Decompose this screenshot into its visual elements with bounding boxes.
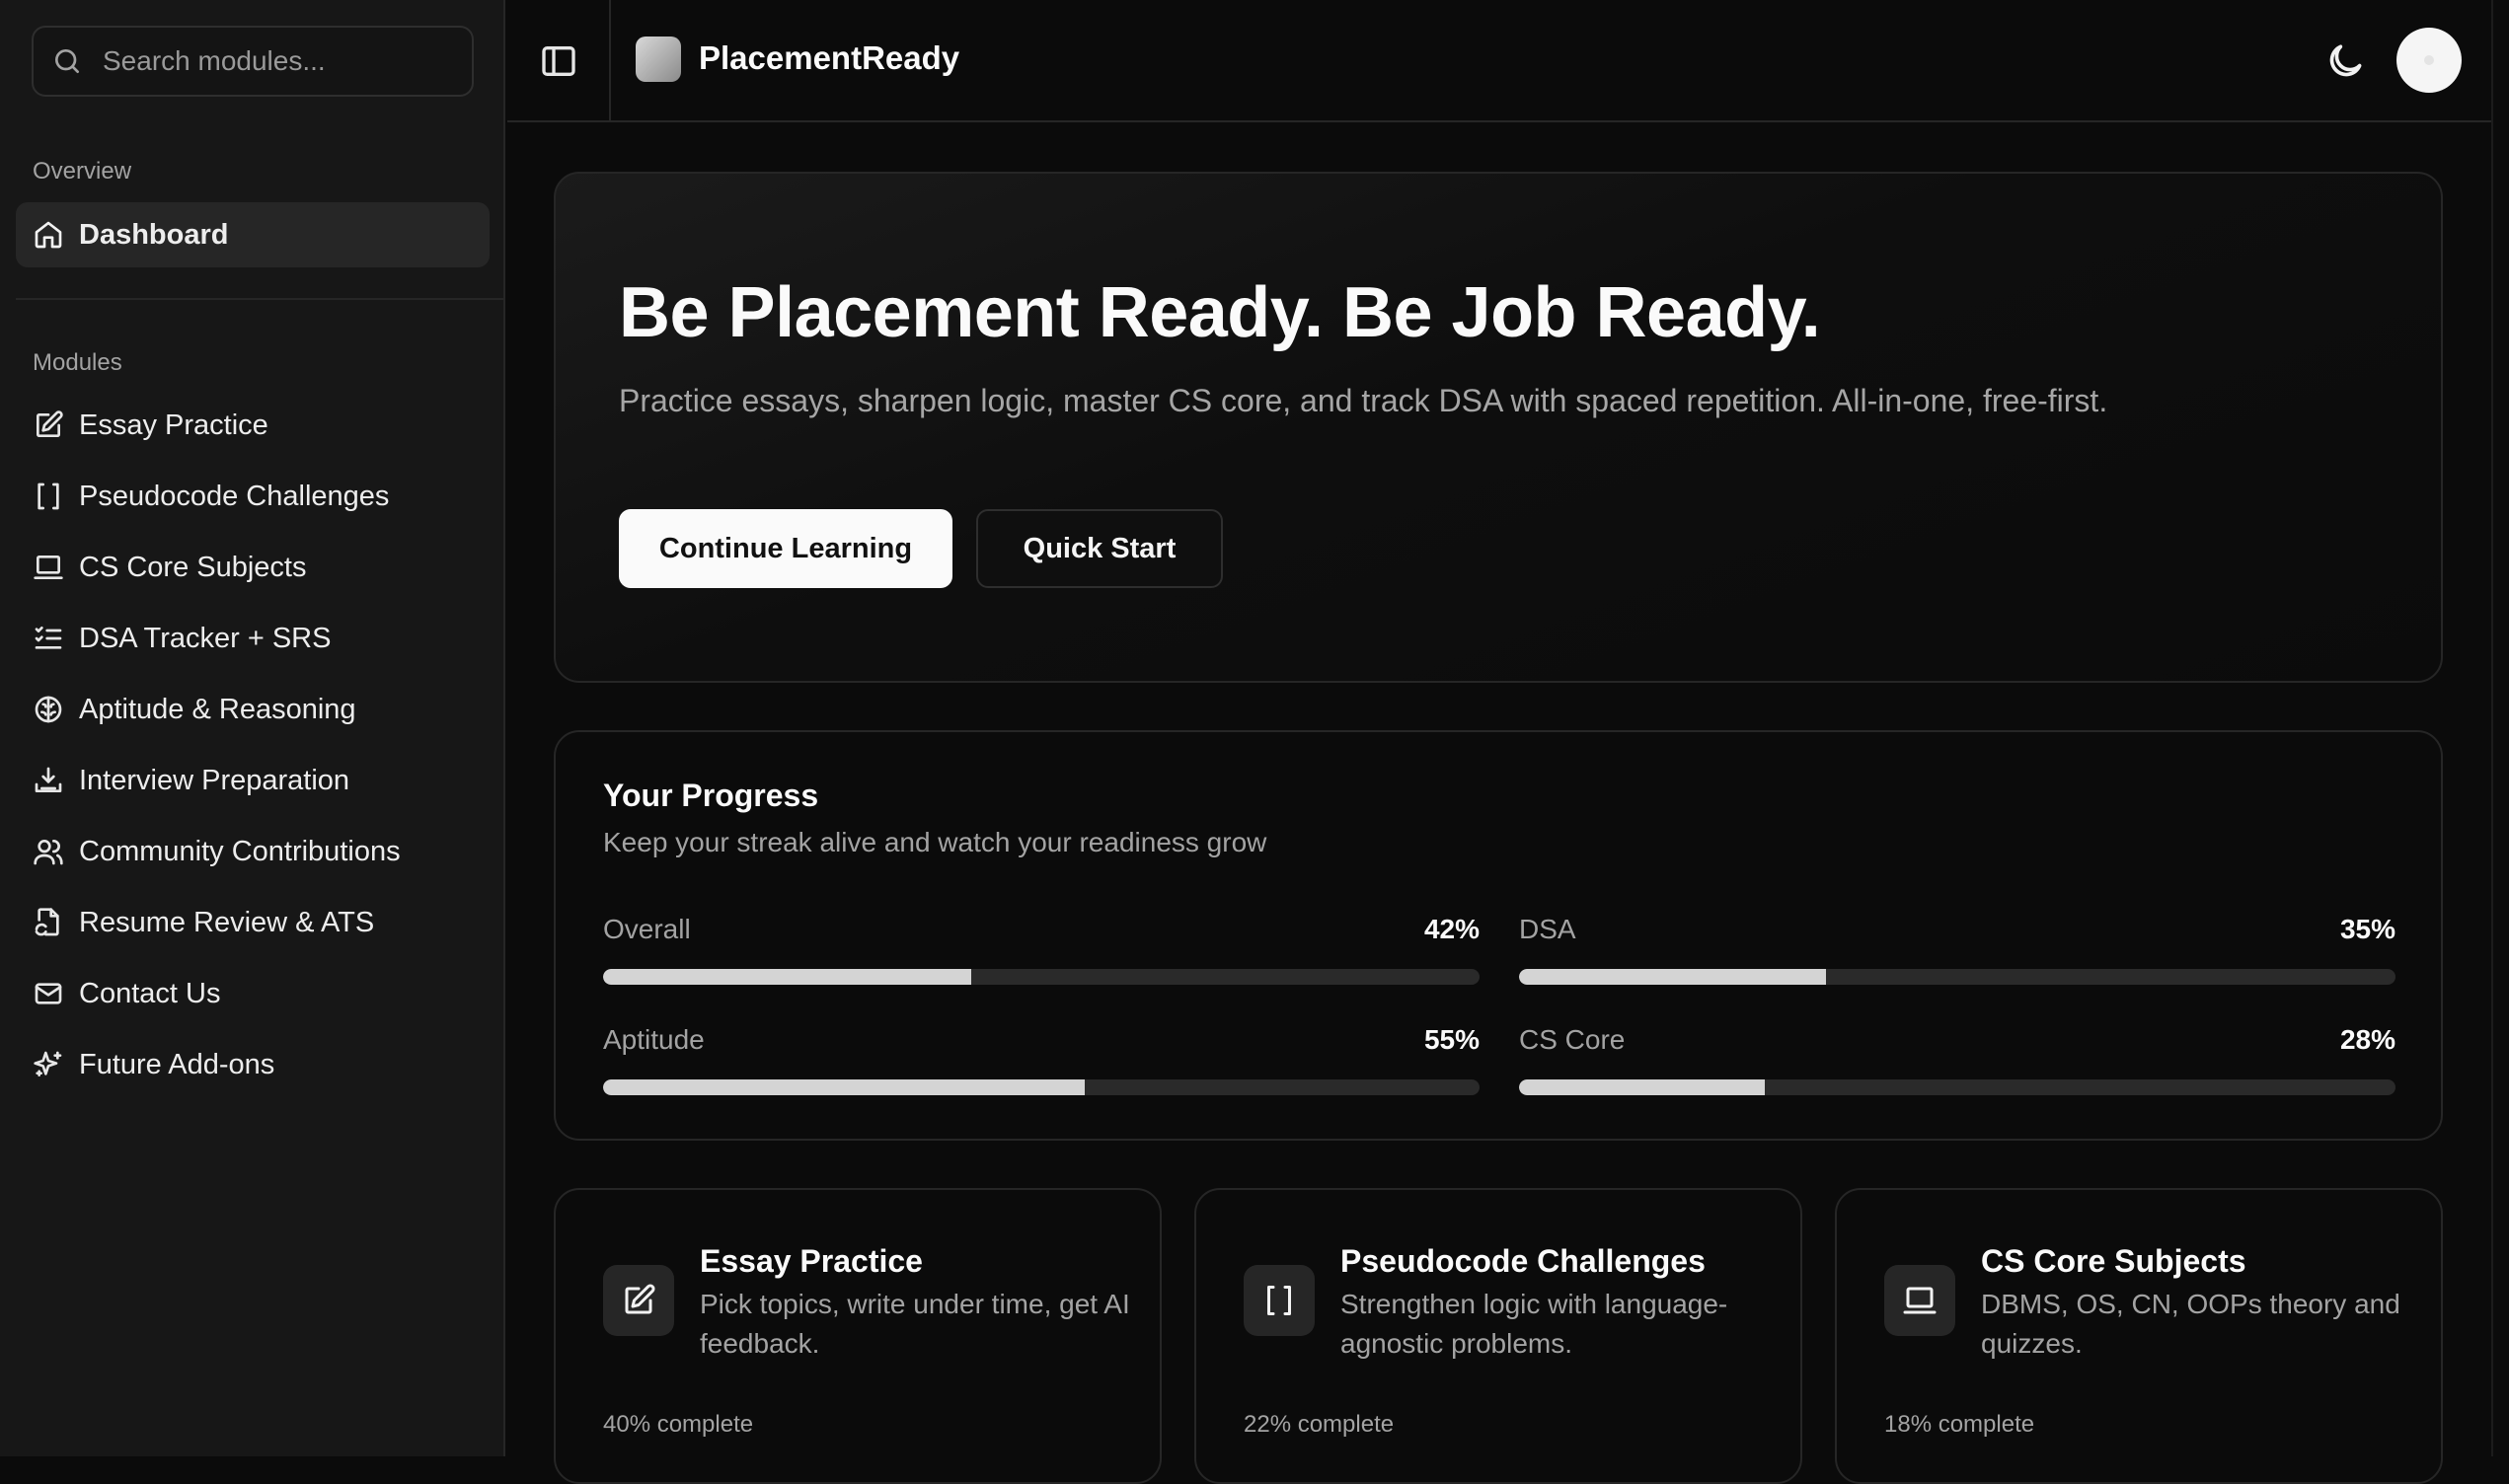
app-title: PlacementReady [699, 39, 960, 76]
continue-learning-button[interactable]: Continue Learning [619, 509, 952, 588]
sidebar-item-dsa-tracker[interactable]: DSA Tracker + SRS [16, 606, 490, 671]
sidebar-item-cs-core-subjects[interactable]: CS Core Subjects [16, 535, 490, 600]
sidebar-item-community-contributions[interactable]: Community Contributions [16, 819, 490, 884]
home-icon [32, 218, 65, 252]
metric-label: DSA [1519, 914, 1576, 944]
hero-card: Be Placement Ready. Be Job Ready. Practi… [554, 172, 2443, 683]
brain-icon [32, 693, 65, 726]
sidebar-item-label: Pseudocode Challenges [79, 480, 390, 512]
edit-icon [32, 408, 65, 442]
module-description: Strengthen logic with language-agnostic … [1340, 1289, 1728, 1359]
metric-value: 35% [2339, 914, 2395, 944]
overview-group-label: Overview [33, 158, 132, 185]
sidebar: Overview Dashboard Modules Essay Practic… [0, 0, 505, 1456]
progress-fill [603, 1079, 1086, 1095]
top-header: PlacementReady [507, 0, 2491, 122]
sidebar-item-contact-us[interactable]: Contact Us [16, 961, 490, 1026]
sidebar-item-label: Dashboard [79, 218, 229, 251]
search-input[interactable] [103, 45, 458, 77]
search-icon [55, 49, 79, 73]
download-icon [32, 764, 65, 797]
sidebar-item-label: Contact Us [79, 977, 221, 1009]
list-checks-icon [32, 622, 65, 655]
header-separator [609, 0, 611, 122]
sidebar-divider [16, 298, 505, 300]
scrollbar[interactable] [2491, 0, 2509, 1456]
progress-track [603, 969, 1480, 985]
metric-cs-core: CS Core 28% [1519, 1024, 2395, 1103]
panel-left-icon [542, 46, 575, 76]
sidebar-item-essay-practice[interactable]: Essay Practice [16, 393, 490, 458]
progress-track [1519, 1079, 2395, 1095]
progress-fill [1519, 1079, 1765, 1095]
metric-overall: Overall 42% [603, 914, 1480, 993]
laptop-icon [32, 551, 65, 584]
sidebar-item-label: Essay Practice [79, 408, 268, 441]
metric-value: 42% [1423, 914, 1480, 944]
sidebar-item-resume-review[interactable]: Resume Review & ATS [16, 890, 490, 955]
module-card-cs-core-subjects[interactable]: CS Core Subjects DBMS, OS, CN, OOPs theo… [1835, 1188, 2443, 1484]
brackets-icon [32, 480, 65, 513]
sidebar-item-future-addons[interactable]: Future Add-ons [16, 1032, 490, 1097]
hero-title: Be Placement Ready. Be Job Ready. [619, 273, 1821, 352]
sidebar-item-dashboard[interactable]: Dashboard [16, 202, 490, 267]
progress-track [603, 1079, 1480, 1095]
avatar-dot [2424, 55, 2434, 65]
module-description: DBMS, OS, CN, OOPs theory and quizzes. [1981, 1289, 2400, 1359]
app-logo [636, 37, 681, 82]
metric-aptitude: Aptitude 55% [603, 1024, 1480, 1103]
progress-fill [603, 969, 971, 985]
sidebar-item-label: Community Contributions [79, 835, 401, 867]
sidebar-item-aptitude-reasoning[interactable]: Aptitude & Reasoning [16, 677, 490, 742]
progress-fill [1519, 969, 1826, 985]
theme-toggle-button[interactable] [2323, 39, 2367, 83]
module-title: Pseudocode Challenges [1340, 1243, 1706, 1279]
sidebar-item-interview-preparation[interactable]: Interview Preparation [16, 748, 490, 813]
module-progress: 40% complete [603, 1411, 754, 1438]
module-progress: 18% complete [1884, 1411, 2035, 1438]
progress-title: Your Progress [603, 778, 819, 813]
moon-icon [2329, 44, 2362, 77]
sidebar-item-label: Aptitude & Reasoning [79, 693, 356, 725]
module-description: Pick topics, write under time, get AI fe… [700, 1289, 1130, 1359]
hero-subtitle: Practice essays, sharpen logic, master C… [619, 383, 2108, 418]
sparkles-icon [32, 1048, 65, 1081]
avatar[interactable] [2396, 28, 2462, 93]
metric-dsa: DSA 35% [1519, 914, 2395, 993]
quick-start-button[interactable]: Quick Start [976, 509, 1223, 588]
module-title: CS Core Subjects [1981, 1243, 2246, 1279]
sidebar-toggle-button[interactable] [539, 41, 578, 81]
module-card-pseudocode-challenges[interactable]: Pseudocode Challenges Strengthen logic w… [1194, 1188, 1802, 1484]
metric-label: CS Core [1519, 1024, 1626, 1055]
sidebar-item-label: Interview Preparation [79, 764, 350, 796]
progress-subtitle: Keep your streak alive and watch your re… [603, 827, 1267, 857]
file-sync-icon [32, 906, 65, 939]
module-progress: 22% complete [1244, 1411, 1395, 1438]
sidebar-item-pseudocode-challenges[interactable]: Pseudocode Challenges [16, 464, 490, 529]
progress-card: Your Progress Keep your streak alive and… [554, 730, 2443, 1141]
metric-value: 55% [1423, 1024, 1480, 1055]
progress-track [1519, 969, 2395, 985]
edit-icon [603, 1265, 674, 1336]
module-title: Essay Practice [700, 1243, 923, 1279]
sidebar-item-label: Future Add-ons [79, 1048, 275, 1080]
laptop-icon [1884, 1265, 1955, 1336]
metric-label: Aptitude [603, 1024, 705, 1055]
sidebar-item-label: Resume Review & ATS [79, 906, 375, 938]
brackets-icon [1244, 1265, 1315, 1336]
users-icon [32, 835, 65, 868]
sidebar-item-label: CS Core Subjects [79, 551, 307, 583]
search-box[interactable] [32, 26, 474, 97]
sidebar-item-label: DSA Tracker + SRS [79, 622, 332, 654]
mail-icon [32, 977, 65, 1010]
metric-value: 28% [2339, 1024, 2395, 1055]
modules-group-label: Modules [33, 349, 122, 376]
module-card-essay-practice[interactable]: Essay Practice Pick topics, write under … [554, 1188, 1162, 1484]
metric-label: Overall [603, 914, 691, 944]
